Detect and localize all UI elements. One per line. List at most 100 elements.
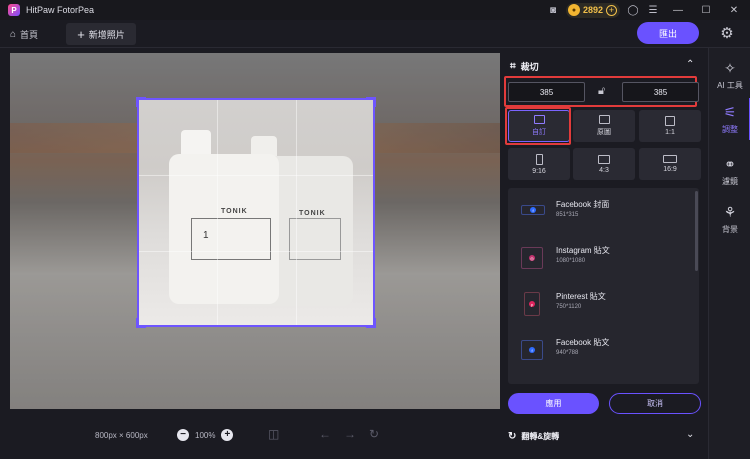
side-nav: ✧ AI 工具 ⚟ 調整 ⚭ 濾鏡 ⚘ 背景: [708, 48, 750, 459]
close-button[interactable]: ✕: [724, 5, 744, 16]
crop-handle-top-right[interactable]: [366, 97, 376, 107]
unlock-icon[interactable]: 🔓︎: [598, 85, 605, 98]
crop-title: 裁切: [520, 62, 539, 72]
square-ratio-icon: [665, 116, 675, 126]
preset-facebook-post[interactable]: f Facebook 貼文 940*788: [508, 328, 699, 374]
crop-edge-right[interactable]: [373, 100, 375, 327]
preset-scrollbar[interactable]: [695, 191, 698, 271]
crop-section-header[interactable]: ⌗ 裁切: [510, 60, 539, 73]
menu-icon[interactable]: ☰: [646, 3, 660, 17]
preset-name: Facebook 貼文: [556, 338, 610, 347]
sidenav-ai-tools[interactable]: ✧ AI 工具: [709, 54, 750, 96]
title-bar: P HitPaw FotorPea ◙ ● 2892 + ◯ ☰ — ☐ ✕: [0, 0, 750, 20]
label-number: 1: [203, 230, 209, 241]
image-dimensions: 800px × 600px: [95, 431, 148, 440]
maximize-button[interactable]: ☐: [696, 5, 716, 16]
image-icon: [598, 115, 610, 124]
rotate-icon: ↻: [508, 431, 517, 442]
add-coins-icon[interactable]: +: [606, 4, 617, 16]
ratio-original-label: 原圖: [597, 129, 611, 136]
ratio-16-9-label: 16:9: [663, 166, 677, 173]
preset-list: f Facebook 封面 851*315 ◎ Instagram 貼文 108…: [508, 188, 699, 384]
sidenav-adjust[interactable]: ⚟ 調整: [709, 98, 750, 140]
account-icon[interactable]: ◯: [626, 3, 640, 17]
pinterest-icon: p: [524, 292, 540, 316]
crop-handle-top-left[interactable]: [136, 97, 146, 107]
preset-size: 750*1120: [556, 304, 582, 310]
export-button[interactable]: 匯出: [637, 22, 699, 44]
crop-edge-top[interactable]: [139, 98, 375, 100]
image-canvas[interactable]: 1 TONIK TONIK: [10, 53, 500, 409]
preset-instagram-post[interactable]: ◎ Instagram 貼文 1080*1080: [508, 236, 699, 282]
zoom-in-button[interactable]: +: [221, 429, 234, 441]
ratio-4-3[interactable]: 4:3: [573, 148, 635, 180]
zoom-control: − 100% +: [177, 429, 234, 441]
ratio-4-3-label: 4:3: [599, 166, 609, 174]
ratio-9-16[interactable]: 9:16: [508, 148, 570, 180]
app-logo: P: [8, 4, 20, 16]
add-photo-label: 新增照片: [88, 29, 125, 40]
reset-icon[interactable]: ↻: [369, 427, 379, 441]
apply-button[interactable]: 應用: [508, 393, 599, 414]
add-photo-button[interactable]: + 新增照片: [66, 23, 136, 45]
sidenav-adjust-label: 調整: [722, 124, 738, 134]
custom-highlight: [505, 107, 571, 145]
coin-icon: ●: [567, 4, 580, 16]
minimize-button[interactable]: —: [668, 5, 688, 16]
preset-name: Instagram 貼文: [556, 246, 610, 255]
flip-rotate-section[interactable]: ↻ 翻轉&旋轉: [508, 431, 559, 442]
preset-size: 1080*1080: [556, 258, 586, 264]
facebook-icon: f: [521, 205, 545, 215]
ratio-16-9[interactable]: 16:9: [639, 148, 701, 180]
settings-gear-icon[interactable]: ⚙: [718, 24, 736, 42]
crop-mask-bottom: [10, 326, 500, 409]
background-icon: ⚘: [723, 203, 737, 220]
crop-area[interactable]: 1 TONIK TONIK: [136, 97, 376, 328]
cancel-button[interactable]: 取消: [609, 393, 701, 414]
crop-edge-bottom[interactable]: [139, 325, 375, 327]
preset-facebook-cover[interactable]: f Facebook 封面 851*315: [508, 190, 699, 236]
sidenav-filters[interactable]: ⚭ 濾鏡: [709, 150, 750, 192]
crop-mask-top: [10, 53, 500, 99]
coin-balance[interactable]: ● 2892 +: [565, 2, 620, 18]
crop-panel: ⌗ 裁切 ⌃ 385 🔓︎ 385 自訂 原圖 1:1 9:16 4:3 16:…: [500, 53, 708, 459]
crop-mask-right: [374, 99, 500, 326]
preset-name: Facebook 封面: [556, 200, 610, 209]
zoom-level: 100%: [195, 430, 216, 440]
ratio-original[interactable]: 原圖: [573, 110, 635, 142]
ratio-9-16-label: 9:16: [532, 167, 546, 175]
zoom-out-button[interactable]: −: [177, 429, 189, 441]
undo-icon[interactable]: ←: [319, 427, 331, 441]
compare-icon[interactable]: ◫: [268, 427, 279, 441]
preset-pinterest-post[interactable]: p Pinterest 貼文 750*1120: [508, 282, 699, 328]
brand-text-back: TONIK: [299, 210, 326, 217]
height-input[interactable]: 385: [622, 82, 699, 102]
sidenav-background-label: 背景: [722, 224, 738, 234]
ai-tools-icon: ✧: [724, 59, 736, 76]
adjust-icon: ⚟: [723, 103, 737, 120]
filter-icon: ⚭: [724, 155, 736, 172]
chevron-down-icon[interactable]: ⌄: [686, 429, 694, 440]
brand-text-front: TONIK: [221, 208, 248, 215]
chevron-up-icon[interactable]: ⌃: [686, 59, 694, 70]
coin-count: 2892: [582, 5, 603, 15]
redo-icon[interactable]: →: [344, 427, 356, 441]
crop-handle-bottom-left[interactable]: [136, 318, 146, 328]
app-title: HitPaw FotorPea: [26, 5, 95, 15]
plus-icon: +: [77, 26, 85, 42]
flip-rotate-label: 翻轉&旋轉: [521, 432, 560, 441]
top-toolbar: ⌂ 首頁 + 新增照片 匯出 ⚙: [0, 20, 750, 48]
sidenav-background[interactable]: ⚘ 背景: [709, 198, 750, 240]
ratio-1-1[interactable]: 1:1: [639, 110, 701, 142]
wide-ratio-icon: [663, 155, 677, 163]
landscape-ratio-icon: [598, 154, 610, 164]
width-input[interactable]: 385: [508, 82, 585, 102]
tab-home[interactable]: ⌂ 首頁: [10, 25, 38, 43]
preset-size: 851*315: [556, 212, 579, 218]
crop-handle-bottom-right[interactable]: [366, 318, 376, 328]
home-icon: ⌂: [10, 28, 17, 40]
discord-icon[interactable]: ◙: [546, 3, 560, 17]
crop-edge-left[interactable]: [137, 100, 139, 327]
instagram-icon: ◎: [521, 247, 543, 269]
crop-icon: ⌗: [510, 61, 516, 72]
